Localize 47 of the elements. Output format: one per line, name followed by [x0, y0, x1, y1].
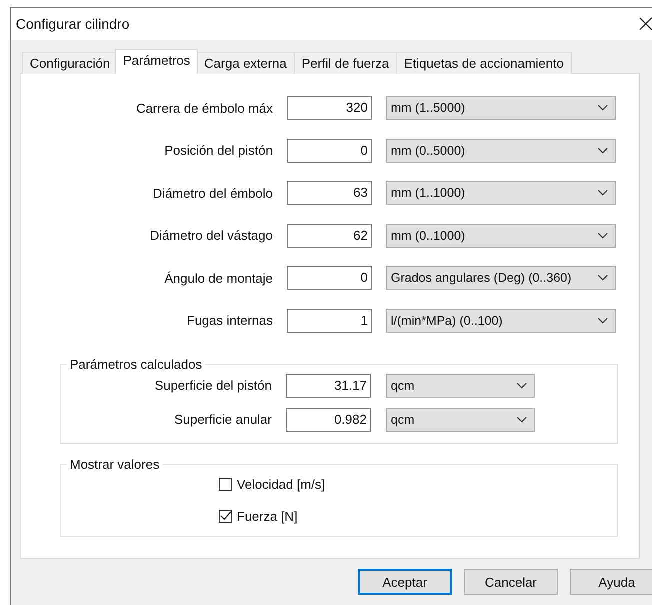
tab[interactable]: Perfil de fuerza: [294, 52, 398, 74]
unit-dropdown[interactable]: Grados angulares (Deg) (0..360): [386, 266, 616, 290]
caret-icon: [598, 318, 608, 324]
field-label: Diámetro del émbolo: [152, 186, 273, 200]
field-label: Ángulo de montaje: [164, 270, 273, 286]
field-label: Fugas internas: [186, 313, 273, 328]
checkbox[interactable]: [219, 478, 232, 490]
unit-dropdown[interactable]: qcm: [386, 408, 535, 432]
dialog-button[interactable]: Cancelar: [464, 569, 558, 595]
field-label: Superficie anular: [173, 412, 272, 427]
caret-icon: [598, 148, 608, 154]
field-label: Posición del pistón: [164, 143, 273, 158]
input-field[interactable]: 63: [287, 181, 372, 205]
caret-icon: [517, 416, 527, 422]
tab[interactable]: Carga externa: [196, 52, 295, 74]
caret-icon: [598, 275, 608, 281]
input-field[interactable]: 1: [287, 308, 372, 332]
caret-icon: [517, 382, 527, 388]
unit-dropdown[interactable]: mm (0..1000): [386, 224, 616, 248]
field-label: Diámetro del vástago: [149, 228, 273, 243]
input-field[interactable]: 0: [287, 138, 372, 162]
checkbox-label[interactable]: Velocidad [m/s]: [237, 476, 326, 492]
field-label: Superficie del pistón: [154, 378, 272, 393]
unit-dropdown[interactable]: mm (1..5000): [386, 96, 616, 120]
caret-icon: [598, 105, 608, 111]
checkbox-label[interactable]: Fuerza [N]: [237, 508, 298, 524]
group-title: Parámetros calculados: [69, 356, 204, 372]
group-title: Mostrar valores: [69, 456, 161, 472]
dialog-button[interactable]: Ayuda: [570, 569, 652, 595]
checkbox[interactable]: [219, 510, 232, 522]
field-label: Carrera de émbolo máx: [135, 100, 273, 116]
caret-icon: [598, 232, 608, 238]
input-field[interactable]: 320: [287, 96, 372, 120]
caret-icon: [598, 190, 608, 196]
unit-dropdown[interactable]: mm (0..5000): [386, 138, 616, 162]
input-field[interactable]: 31.17: [286, 374, 371, 398]
tab[interactable]: Parámetros: [115, 49, 198, 74]
tab[interactable]: Etiquetas de accionamiento: [396, 52, 572, 74]
input-field[interactable]: 62: [287, 224, 372, 248]
unit-dropdown[interactable]: l/(min*MPa) (0..100): [386, 308, 616, 332]
dialog-button[interactable]: Aceptar: [358, 569, 452, 595]
unit-dropdown[interactable]: qcm: [386, 374, 535, 398]
window-title: Configurar cilindro: [16, 16, 130, 32]
close-icon[interactable]: [639, 17, 652, 31]
unit-dropdown[interactable]: mm (1..1000): [386, 181, 616, 205]
input-field[interactable]: 0: [287, 266, 372, 290]
input-field[interactable]: 0.982: [286, 408, 371, 432]
